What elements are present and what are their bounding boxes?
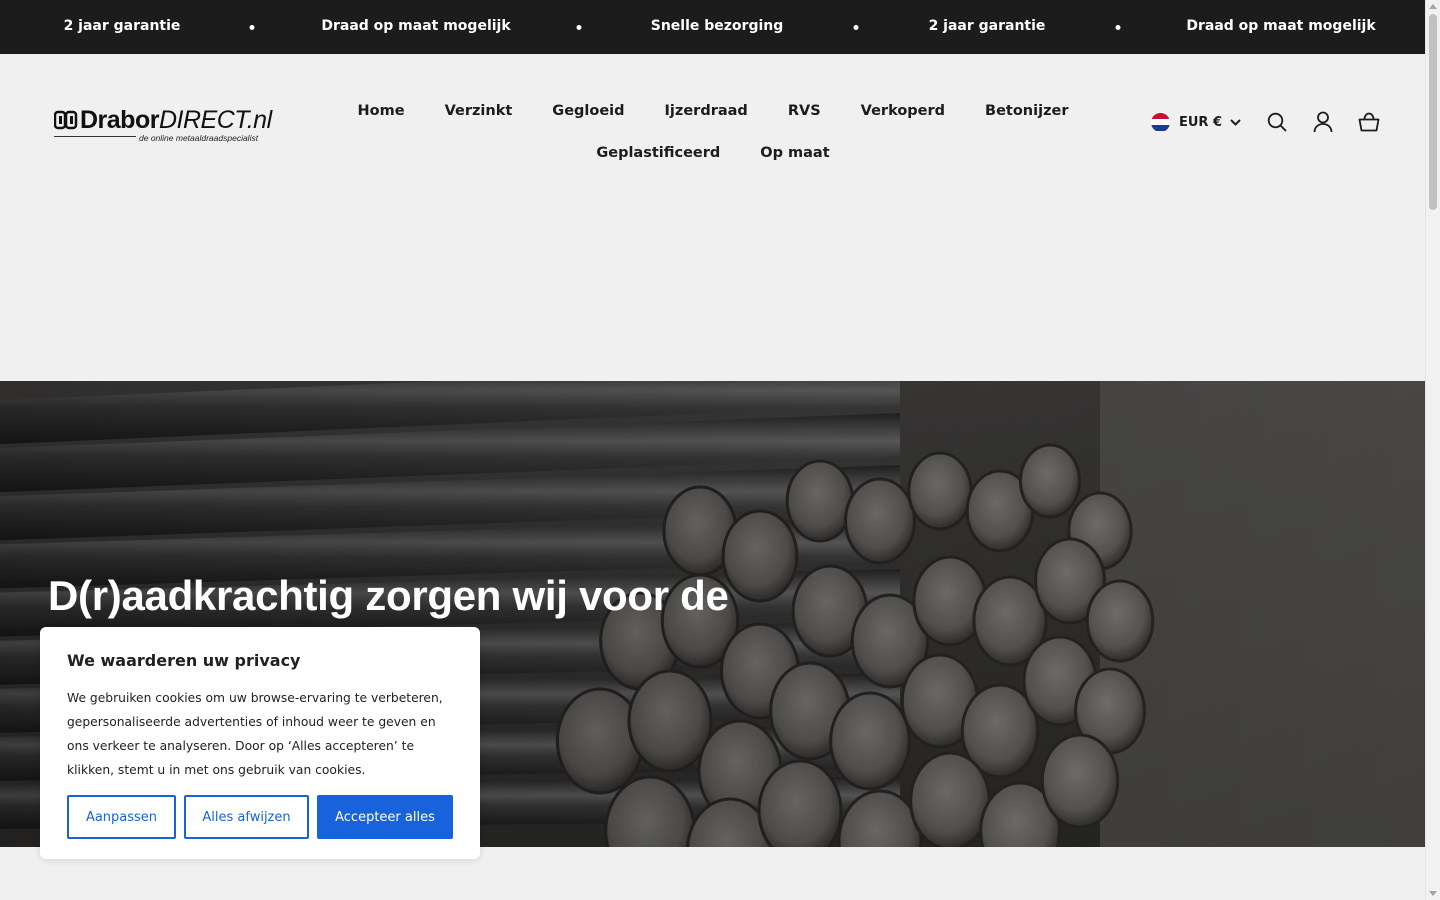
nav-link-geplastificeerd[interactable]: Geplastificeerd xyxy=(576,145,740,161)
nav-link-home[interactable]: Home xyxy=(338,103,425,119)
account-icon xyxy=(1313,111,1333,133)
currency-label: EUR € xyxy=(1178,114,1222,130)
site-logo[interactable]: DraborDIRECT.nl de online metaaldraadspe… xyxy=(54,106,274,146)
logo-underline xyxy=(54,136,136,137)
logo-mark-icon xyxy=(54,110,78,130)
main-nav: Home Verzinkt Gegloeid Ijzerdraad RVS Ve… xyxy=(358,90,1069,174)
cookie-description: We gebruiken cookies om uw browse-ervari… xyxy=(67,691,443,777)
announcement-item: 2 jaar garantie xyxy=(928,18,1046,34)
cookie-buttons: Aanpassen Alles afwijzen Accepteer alles xyxy=(67,795,453,839)
announcement-separator xyxy=(249,25,255,30)
cookie-accept-all-button[interactable]: Accepteer alles xyxy=(317,795,453,839)
hero-title: D(r)aadkrachtig zorgen wij voor de xyxy=(48,572,729,619)
announcement-separator xyxy=(853,25,859,30)
account-button[interactable] xyxy=(1311,110,1335,134)
search-button[interactable] xyxy=(1265,110,1289,134)
logo-brand-bold: Drabor xyxy=(80,106,159,134)
currency-selector[interactable]: EUR € xyxy=(1150,112,1241,132)
nav-link-betonijzer[interactable]: Betonijzer xyxy=(965,103,1088,119)
nav-link-op-maat[interactable]: Op maat xyxy=(740,145,849,161)
announcement-item: Draad op maat mogelijk xyxy=(321,18,511,34)
nav-link-verzinkt[interactable]: Verzinkt xyxy=(425,103,533,119)
nav-link-gegloeid[interactable]: Gegloeid xyxy=(532,103,644,119)
page-scrollbar[interactable] xyxy=(1425,0,1440,900)
cookie-title: We waarderen uw privacy xyxy=(67,651,301,670)
announcement-separator xyxy=(1115,25,1121,30)
announcement-item: Draad op maat mogelijk xyxy=(1186,18,1376,34)
announcement-separator xyxy=(576,25,582,30)
cookie-consent-banner: We waarderen uw privacy We gebruiken coo… xyxy=(40,627,480,859)
announcement-bar: 2 jaar garantie Draad op maat mogelijk S… xyxy=(0,0,1425,54)
scroll-arrow-down-icon[interactable] xyxy=(1429,891,1437,896)
scrollbar-thumb[interactable] xyxy=(1429,14,1437,210)
chevron-down-icon xyxy=(1230,118,1241,126)
announcement-track: 2 jaar garantie Draad op maat mogelijk S… xyxy=(0,0,1425,54)
nav-row-2: Geplastificeerd Op maat xyxy=(368,132,1058,174)
nav-link-ijzerdraad[interactable]: Ijzerdraad xyxy=(645,103,768,119)
nav-link-rvs[interactable]: RVS xyxy=(768,103,841,119)
cookie-customize-button[interactable]: Aanpassen xyxy=(67,795,176,839)
logo-brand-italic: DIRECT.nl xyxy=(158,106,272,134)
cookie-reject-all-button[interactable]: Alles afwijzen xyxy=(184,795,309,839)
header-actions: EUR € xyxy=(1150,108,1381,136)
announcement-item: Snelle bezorging xyxy=(650,18,784,34)
logo-wordmark: DraborDIRECT.nl xyxy=(54,106,272,135)
nav-link-verkoperd[interactable]: Verkoperd xyxy=(841,103,965,119)
site-header: DraborDIRECT.nl de online metaaldraadspe… xyxy=(0,54,1425,381)
search-icon xyxy=(1267,112,1287,132)
announcement-item: 2 jaar garantie xyxy=(63,18,181,34)
cart-icon xyxy=(1358,112,1380,132)
cart-button[interactable] xyxy=(1357,110,1381,134)
scroll-arrow-up-icon[interactable] xyxy=(1429,4,1437,9)
nav-row-1: Home Verzinkt Gegloeid Ijzerdraad RVS Ve… xyxy=(358,90,1069,132)
logo-tagline: de online metaaldraadspecialist xyxy=(139,133,259,143)
netherlands-flag-icon xyxy=(1150,112,1170,132)
